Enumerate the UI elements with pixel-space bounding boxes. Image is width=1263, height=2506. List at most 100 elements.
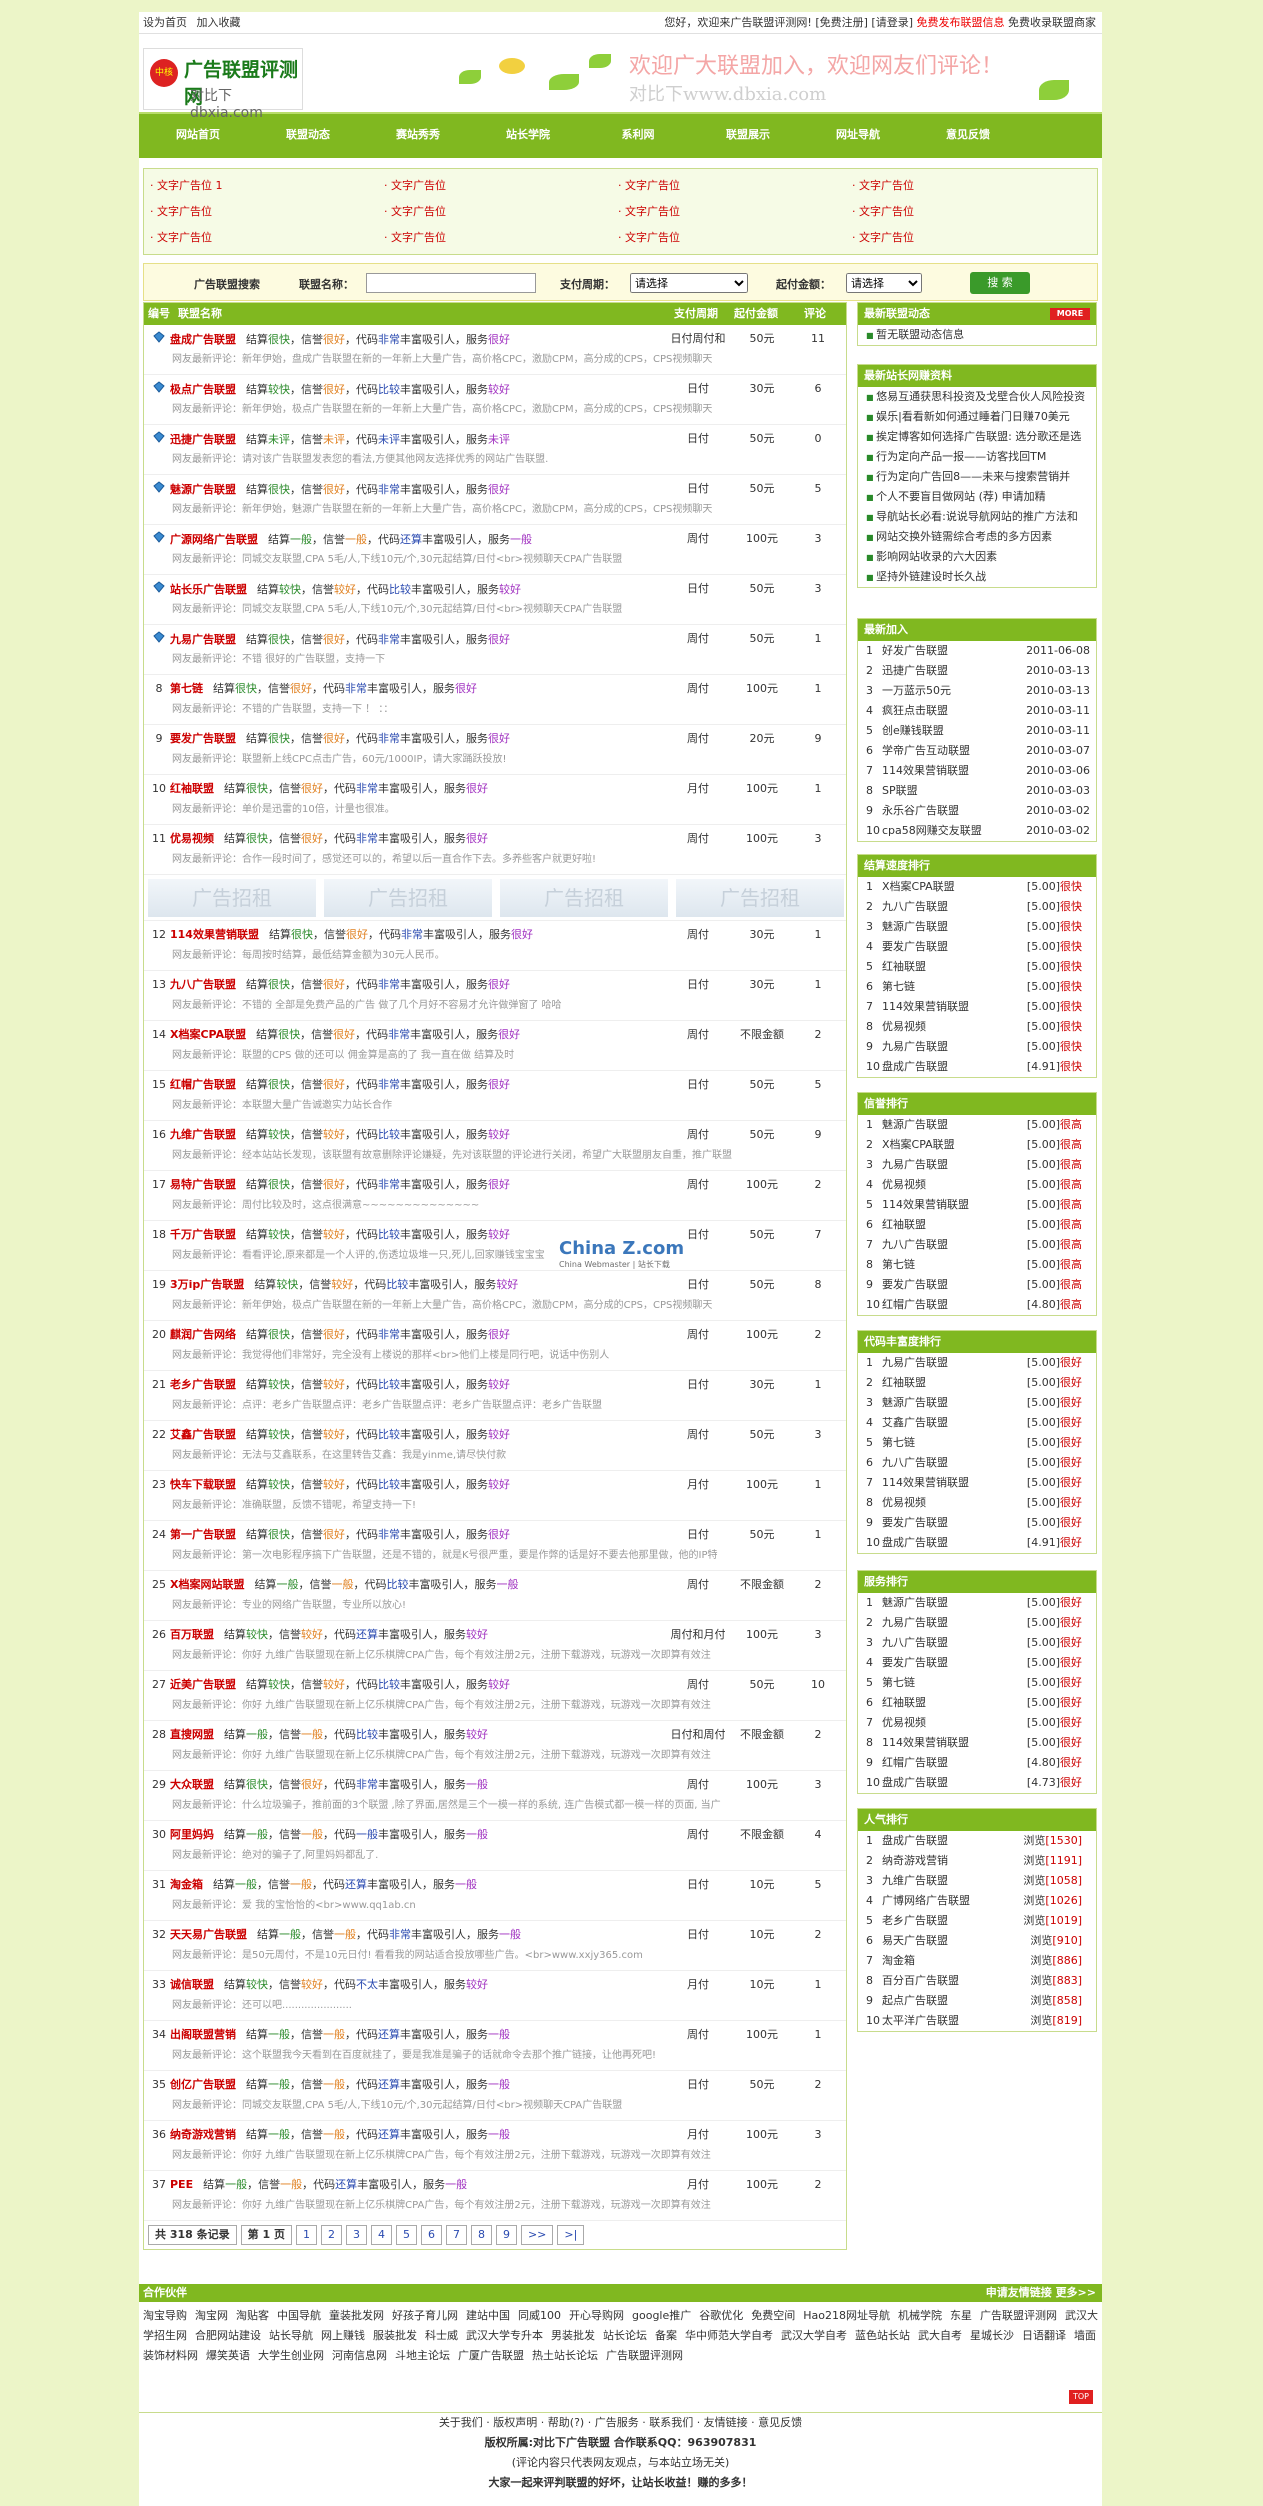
alliance-name-link[interactable]: 麒润广告网络 — [170, 1328, 236, 1341]
comment-count[interactable]: 3 — [798, 831, 838, 847]
alliance-name-link[interactable]: 极点广告联盟 — [170, 383, 236, 396]
sidebar-item[interactable]: 3 九八广告联盟 [5.00]很好 — [858, 1633, 1096, 1653]
comment-count[interactable]: 1 — [798, 1377, 838, 1393]
comment-count[interactable]: 10 — [798, 1677, 838, 1693]
publish-link[interactable]: 免费发布联盟信息 — [917, 16, 1005, 29]
sidebar-item[interactable]: 2 迅捷广告联盟 2010-03-13 — [858, 661, 1096, 681]
sidebar-item[interactable]: 10 太平洋广告联盟 浏览[819] — [858, 2011, 1096, 2031]
sidebar-item[interactable]: 4 疯狂点击联盟 2010-03-11 — [858, 701, 1096, 721]
sidebar-item[interactable]: 7 淘金箱 浏览[886] — [858, 1951, 1096, 1971]
comment-count[interactable]: 1 — [798, 631, 838, 647]
sidebar-item[interactable]: 4 要发广告联盟 [5.00]很快 — [858, 937, 1096, 957]
page-link[interactable]: 7 — [445, 2225, 467, 2245]
comment-count[interactable]: 2 — [798, 2177, 838, 2193]
partner-link[interactable]: 备案 — [655, 2329, 677, 2342]
sidebar-item[interactable]: 2 纳奇游戏营销 浏览[1191] — [858, 1851, 1096, 1871]
partner-link[interactable]: 斗地主论坛 — [395, 2349, 450, 2362]
sidebar-item[interactable]: 7 优易视频 [5.00]很好 — [858, 1713, 1096, 1733]
sidebar-item[interactable]: 8 SP联盟 2010-03-03 — [858, 781, 1096, 801]
alliance-name-link[interactable]: 红袖联盟 — [170, 782, 214, 795]
comment-count[interactable]: 1 — [798, 1527, 838, 1543]
alliance-name-link[interactable]: X档案网站联盟 — [170, 1578, 244, 1591]
partner-link[interactable]: 童装批发网 — [329, 2309, 384, 2322]
sidebar-item[interactable]: ■ 影响网站收录的六大因素 — [858, 547, 1096, 567]
partner-link[interactable]: 蓝色站长站 — [855, 2329, 910, 2342]
sidebar-item[interactable]: 6 红袖联盟 [5.00]很好 — [858, 1693, 1096, 1713]
text-ad-link[interactable]: · 文字广告位 — [150, 199, 384, 225]
sidebar-item[interactable]: 1 X档案CPA联盟 [5.00]很快 — [858, 877, 1096, 897]
sidebar-item[interactable]: 3 魅源广告联盟 [5.00]很快 — [858, 917, 1096, 937]
alliance-name-link[interactable]: 红帽广告联盟 — [170, 1078, 236, 1091]
name-input[interactable] — [366, 273, 536, 293]
sidebar-item[interactable]: 4 要发广告联盟 [5.00]很好 — [858, 1653, 1096, 1673]
partner-link[interactable]: 淘贴客 — [236, 2309, 269, 2322]
comment-count[interactable]: 11 — [798, 331, 838, 347]
comment-count[interactable]: 4 — [798, 1827, 838, 1843]
sidebar-item[interactable]: ■ 行为定向广告回8——未来与搜索营销并 — [858, 467, 1096, 487]
partner-link[interactable]: 星城长沙 — [970, 2329, 1014, 2342]
alliance-name-link[interactable]: 纳奇游戏营销 — [170, 2128, 236, 2141]
sidebar-item[interactable]: ■ 挨定博客如何选择广告联盟: 选分歌还是选 — [858, 427, 1096, 447]
page-link[interactable]: 3 — [345, 2225, 367, 2245]
comment-count[interactable]: 9 — [798, 731, 838, 747]
partner-link[interactable]: 热土站长论坛 — [532, 2349, 598, 2362]
more-button[interactable]: MORE — [1050, 308, 1090, 320]
sidebar-item[interactable]: 7 114效果营销联盟 2010-03-06 — [858, 761, 1096, 781]
comment-count[interactable]: 8 — [798, 1277, 838, 1293]
partner-link[interactable]: 淘宝导购 — [143, 2309, 187, 2322]
partner-link[interactable]: 广告联盟评测网 — [980, 2309, 1057, 2322]
sidebar-item[interactable]: 9 九易广告联盟 [5.00]很快 — [858, 1037, 1096, 1057]
alliance-name-link[interactable]: 快车下载联盟 — [170, 1478, 236, 1491]
comment-count[interactable]: 2 — [798, 1927, 838, 1943]
comment-count[interactable]: 1 — [798, 2027, 838, 2043]
text-ad-link[interactable]: · 文字广告位 — [852, 225, 1086, 251]
partner-link[interactable]: 淘宝网 — [195, 2309, 228, 2322]
comment-count[interactable]: 2 — [798, 2077, 838, 2093]
comment-count[interactable]: 3 — [798, 2127, 838, 2143]
sidebar-item[interactable]: ■ 坚持外链建设时长久战 — [858, 567, 1096, 587]
site-logo[interactable]: 中核 广告联盟评测网 对比下dbxia.com — [143, 48, 303, 121]
comment-count[interactable]: 5 — [798, 1877, 838, 1893]
alliance-name-link[interactable]: 九八广告联盟 — [170, 978, 236, 991]
sidebar-item[interactable]: 1 魅源广告联盟 [5.00]很好 — [858, 1593, 1096, 1613]
partner-link[interactable]: 男装批发 — [551, 2329, 595, 2342]
nav-item[interactable]: 系利网 — [583, 114, 693, 158]
comment-count[interactable]: 1 — [798, 1977, 838, 1993]
sidebar-item[interactable]: 5 老乡广告联盟 浏览[1019] — [858, 1911, 1096, 1931]
comment-count[interactable]: 2 — [798, 1727, 838, 1743]
partner-link[interactable]: 武汉大学专升本 — [466, 2329, 543, 2342]
sidebar-item[interactable]: 10 盘成广告联盟 [4.91]很好 — [858, 1533, 1096, 1553]
partner-link[interactable]: 站长导航 — [269, 2329, 313, 2342]
sidebar-item[interactable]: 6 易天广告联盟 浏览[910] — [858, 1931, 1096, 1951]
sidebar-item[interactable]: ■ 个人不要盲目做网站 (荐) 申请加精 — [858, 487, 1096, 507]
sidebar-item[interactable]: 2 九易广告联盟 [5.00]很好 — [858, 1613, 1096, 1633]
page-link[interactable]: 1 — [295, 2225, 317, 2245]
partner-link[interactable]: 机械学院 — [898, 2309, 942, 2322]
comment-count[interactable]: 3 — [798, 531, 838, 547]
partner-link[interactable]: 站长论坛 — [603, 2329, 647, 2342]
sidebar-item[interactable]: ■ 娱乐|看看新如何通过睡着门日赚70美元 — [858, 407, 1096, 427]
text-ad-link[interactable]: · 文字广告位 — [852, 173, 1086, 199]
page-link[interactable]: 8 — [470, 2225, 492, 2245]
alliance-name-link[interactable]: 第一广告联盟 — [170, 1528, 236, 1541]
comment-count[interactable]: 3 — [798, 581, 838, 597]
page-link[interactable]: 6 — [420, 2225, 442, 2245]
comment-count[interactable]: 7 — [798, 1227, 838, 1243]
page-link[interactable]: >| — [557, 2225, 585, 2245]
sidebar-item[interactable]: 3 一万蓝示50元 2010-03-13 — [858, 681, 1096, 701]
partner-link[interactable]: 服装批发 — [373, 2329, 417, 2342]
rent-ad-slot[interactable]: 广告招租 — [148, 879, 316, 917]
rent-ad-slot[interactable]: 广告招租 — [500, 879, 668, 917]
sidebar-item[interactable]: 1 魅源广告联盟 [5.00]很高 — [858, 1115, 1096, 1135]
sidebar-item[interactable]: 5 114效果营销联盟 [5.00]很高 — [858, 1195, 1096, 1215]
alliance-name-link[interactable]: 优易视频 — [170, 832, 214, 845]
alliance-name-link[interactable]: 要发广告联盟 — [170, 732, 236, 745]
sidebar-item[interactable]: 5 第七链 [5.00]很好 — [858, 1673, 1096, 1693]
partner-link[interactable]: 河南信息网 — [332, 2349, 387, 2362]
footer-links[interactable]: 关于我们 · 版权声明 · 帮助(?) · 广告服务 · 联系我们 · 友情链接… — [139, 2413, 1102, 2433]
comment-count[interactable]: 2 — [798, 1577, 838, 1593]
sidebar-item[interactable]: 6 红袖联盟 [5.00]很高 — [858, 1215, 1096, 1235]
partner-link[interactable]: 广告联盟评测网 — [606, 2349, 683, 2362]
comment-count[interactable]: 5 — [798, 481, 838, 497]
nav-item[interactable]: 站长学院 — [473, 114, 583, 158]
